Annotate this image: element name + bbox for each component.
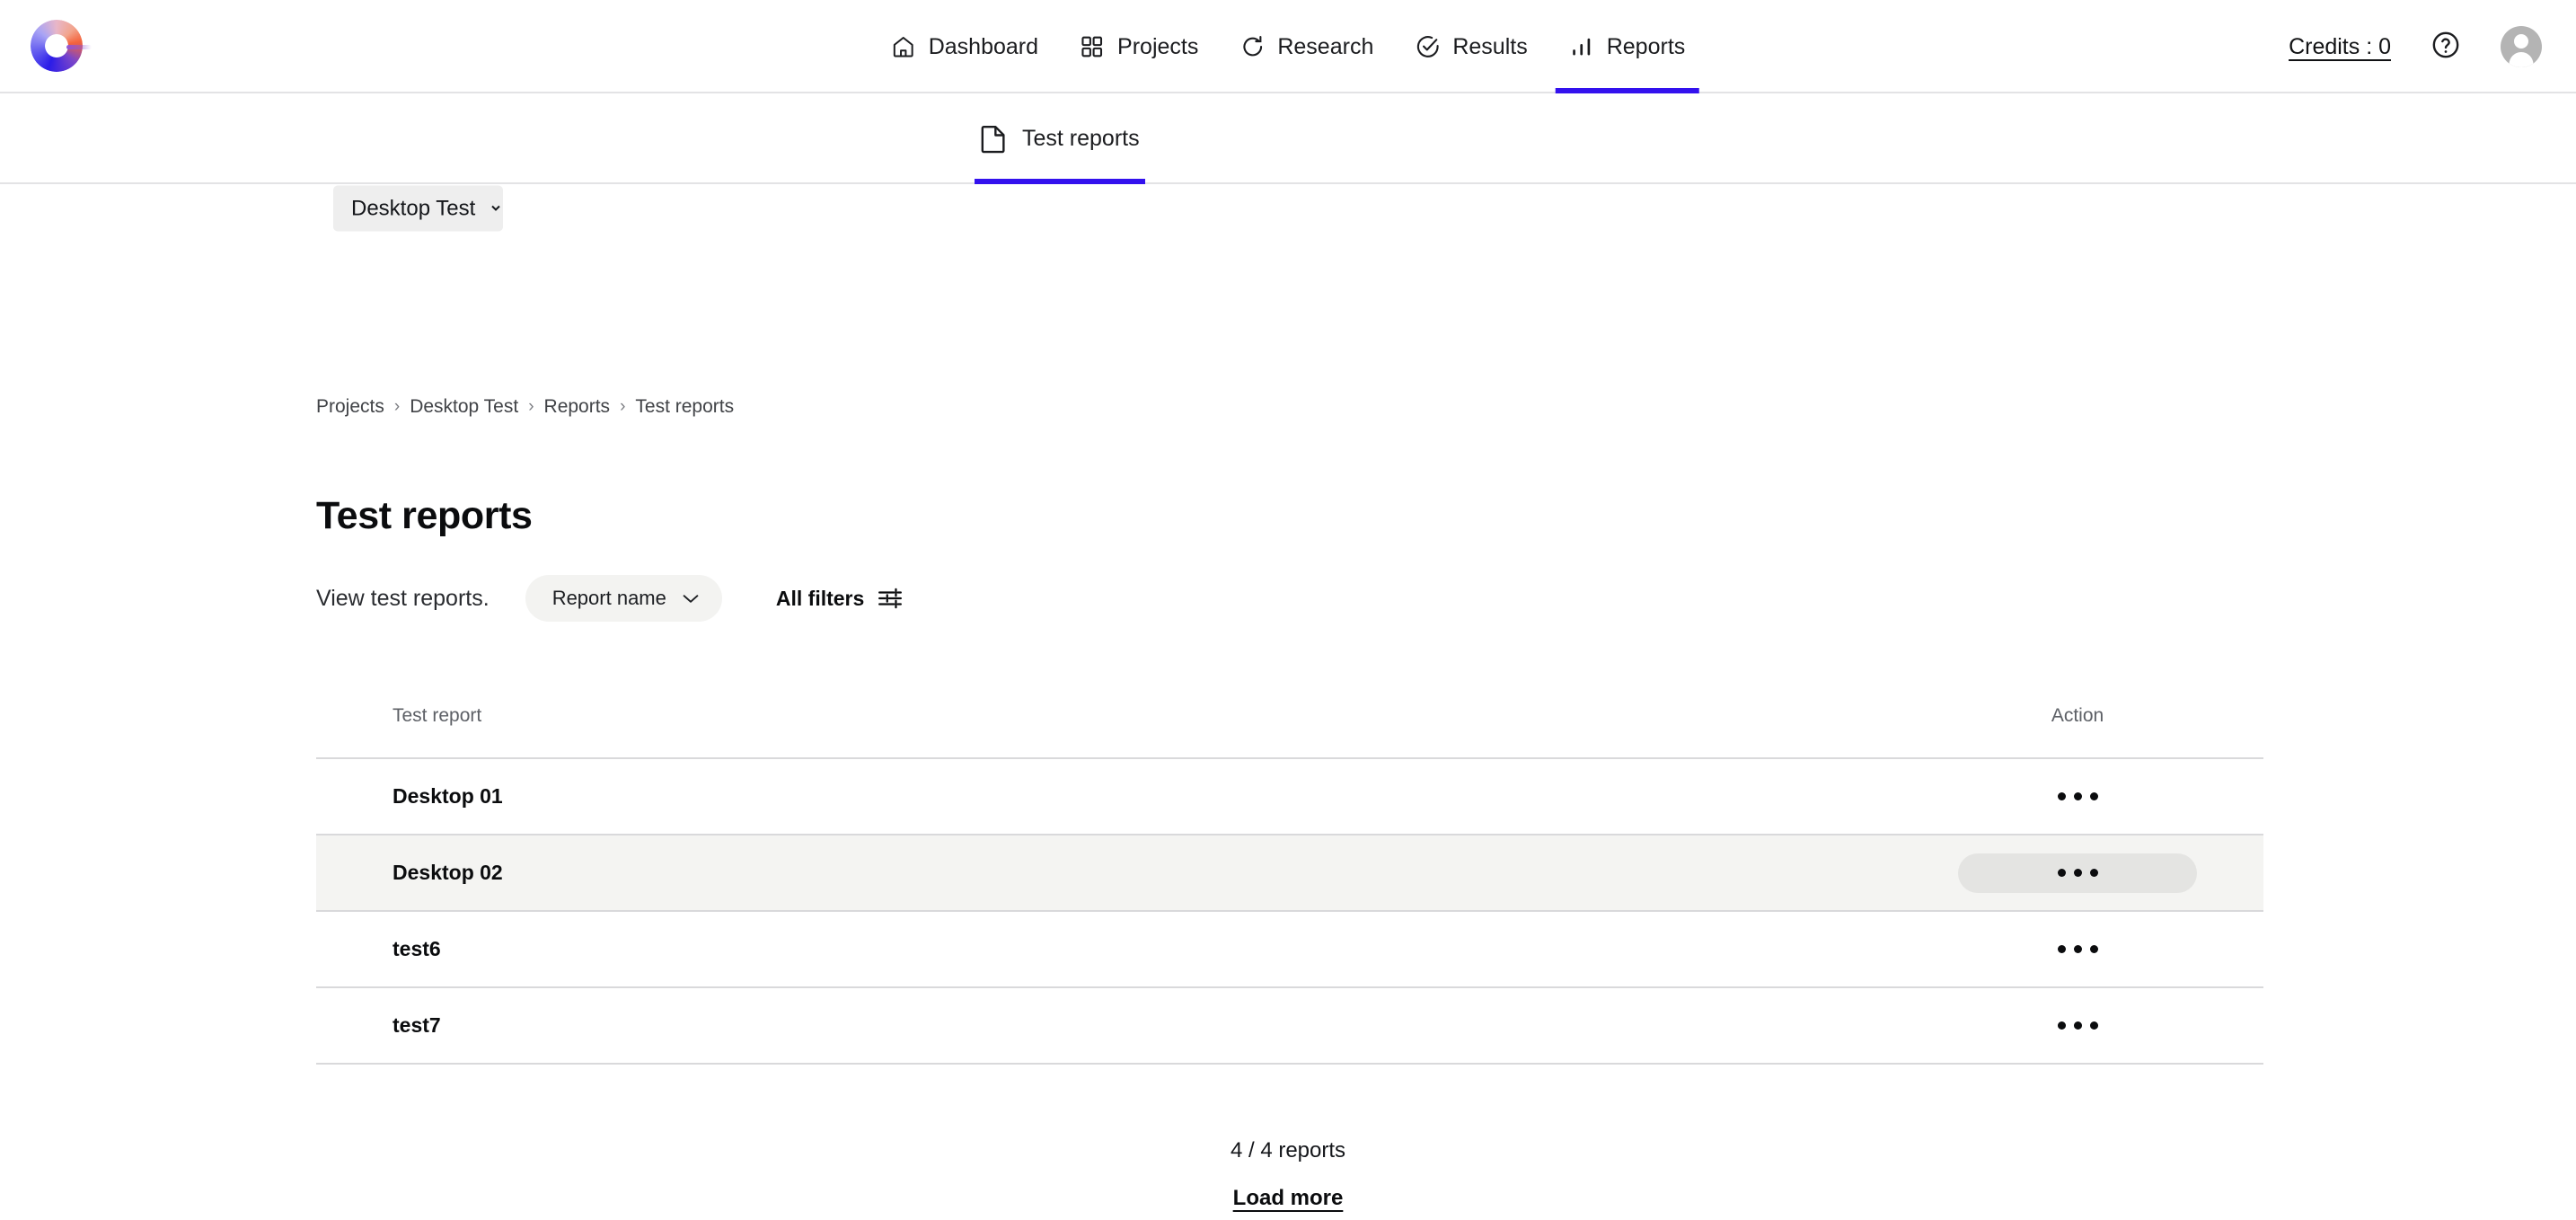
project-subbar: Desktop Test Test reports	[0, 93, 2576, 232]
document-icon	[980, 124, 1008, 155]
nav-item-research[interactable]: Research	[1219, 0, 1394, 93]
table-row[interactable]: Desktop 01	[316, 759, 2263, 835]
report-name: Desktop 02	[393, 861, 503, 884]
reports-count: 4 / 4 reports	[1230, 1138, 1346, 1163]
help-circle-icon[interactable]	[2430, 30, 2461, 65]
more-horizontal-icon[interactable]	[1958, 930, 2197, 969]
more-horizontal-icon[interactable]	[1958, 1006, 2197, 1046]
nav-label-results: Results	[1452, 33, 1528, 59]
breadcrumb: Projects › Desktop Test › Reports › Test…	[316, 396, 734, 418]
load-more-container: Load more	[0, 1186, 2576, 1211]
filter-row: View test reports. Report name All filte…	[316, 575, 903, 622]
brand-logo[interactable]	[31, 20, 92, 72]
check-circle-icon	[1415, 34, 1440, 59]
breadcrumb-item-desktop-test[interactable]: Desktop Test	[410, 396, 518, 418]
more-horizontal-icon[interactable]	[1958, 777, 2197, 817]
header-right-group: Credits : 0	[2289, 0, 2542, 93]
report-name: test6	[393, 937, 441, 960]
tune-icon	[878, 587, 903, 610]
tab-label-test-reports: Test reports	[1022, 126, 1140, 151]
sort-by-report-name-dropdown[interactable]: Report name	[525, 575, 722, 622]
test-reports-table: Test report Action Desktop 01 Desktop 02…	[316, 687, 2263, 1065]
row-action-cell	[1958, 777, 2263, 817]
nav-item-results[interactable]: Results	[1394, 0, 1548, 93]
nav-label-research: Research	[1277, 33, 1374, 59]
breadcrumb-item-test-reports: Test reports	[635, 396, 735, 417]
breadcrumb-item-projects[interactable]: Projects	[316, 396, 384, 418]
nav-label-projects: Projects	[1117, 33, 1199, 59]
main-navigation: Dashboard Projects Research Results Repo…	[870, 0, 1707, 93]
home-icon	[891, 34, 916, 59]
refresh-icon	[1239, 34, 1265, 59]
sort-pill-label: Report name	[551, 587, 666, 609]
row-action-cell	[1958, 1006, 2263, 1046]
table-header-row: Test report Action	[316, 687, 2263, 759]
column-header-action: Action	[2051, 705, 2104, 726]
nav-item-reports[interactable]: Reports	[1548, 0, 1707, 93]
breadcrumb-item-reports[interactable]: Reports	[544, 396, 611, 418]
user-avatar[interactable]	[2501, 26, 2542, 67]
all-filters-label: All filters	[775, 586, 865, 610]
all-filters-button[interactable]: All filters	[776, 587, 903, 611]
top-header: Dashboard Projects Research Results Repo…	[0, 0, 2576, 93]
chevron-down-icon	[683, 594, 699, 604]
page-title: Test reports	[316, 494, 533, 537]
column-header-test-report: Test report	[393, 705, 482, 726]
more-horizontal-icon[interactable]	[1958, 853, 2197, 893]
nav-item-projects[interactable]: Projects	[1059, 0, 1219, 93]
table-row[interactable]: test7	[316, 988, 2263, 1065]
grid-icon	[1080, 34, 1105, 59]
row-action-cell	[1958, 853, 2263, 893]
report-name: Desktop 01	[393, 784, 503, 808]
row-action-cell	[1958, 930, 2263, 969]
table-row[interactable]: Desktop 02	[316, 835, 2263, 912]
breadcrumb-separator: ›	[620, 397, 626, 416]
report-name: test7	[393, 1013, 441, 1037]
load-more-button[interactable]: Load more	[1233, 1186, 1344, 1210]
breadcrumb-separator: ›	[528, 397, 534, 416]
bar-chart-icon	[1569, 34, 1594, 59]
page-subtitle: View test reports.	[316, 585, 490, 611]
brand-logo-tail	[66, 45, 92, 49]
credits-link[interactable]: Credits : 0	[2289, 34, 2391, 60]
breadcrumb-separator: ›	[393, 397, 401, 416]
nav-item-dashboard[interactable]: Dashboard	[870, 0, 1059, 93]
tab-test-reports[interactable]: Test reports	[975, 93, 1145, 184]
nav-label-reports: Reports	[1606, 33, 1686, 59]
nav-label-dashboard: Dashboard	[928, 33, 1039, 59]
project-select[interactable]: Desktop Test	[333, 185, 503, 232]
table-row[interactable]: test6	[316, 912, 2263, 988]
